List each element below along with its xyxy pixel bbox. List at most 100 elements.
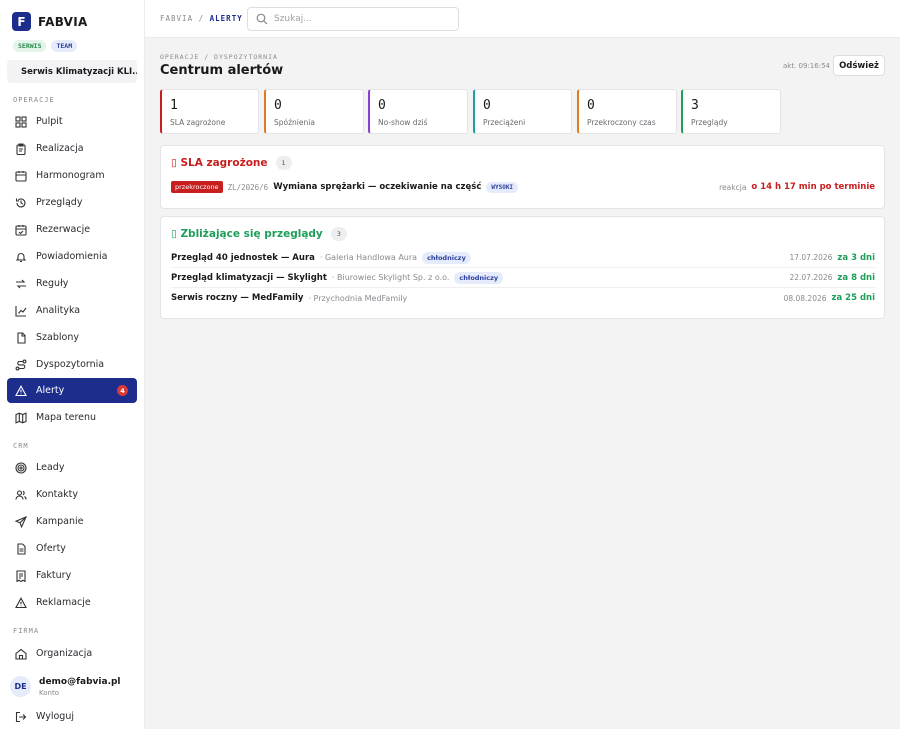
breadcrumb-separator: / (198, 14, 205, 23)
calendar-icon: ▯ (171, 228, 177, 240)
user-info: demo@fabvia.pl Konto (39, 677, 121, 697)
warning-icon (15, 596, 27, 608)
review-row[interactable]: Serwis roczny — MedFamily · Przychodnia … (171, 288, 875, 308)
sla-panel-title-text: SLA zagrożone (180, 157, 268, 169)
sidebar-item-reklamacje[interactable]: Reklamacje (7, 590, 137, 615)
grid-icon (15, 115, 27, 128)
sidebar-item-organizacja[interactable]: Organizacja (7, 641, 137, 666)
section-crm: CRM (13, 442, 29, 450)
logout-button[interactable]: Wyloguj (7, 704, 137, 729)
sidebar-item-oferty[interactable]: Oferty (7, 536, 137, 561)
sidebar-item-label: Reguły (36, 278, 69, 289)
sidebar-item-reguly[interactable]: Reguły (7, 271, 137, 296)
reviews-panel: ▯ Zbliżające się przeglądy 3 Przegląd 40… (160, 216, 885, 319)
map-icon (15, 411, 27, 424)
brand-logo: F (12, 12, 31, 31)
sidebar-item-dyspozytornia[interactable]: Dyspozytornia (7, 352, 137, 377)
sla-count-badge: 1 (275, 156, 292, 170)
review-title[interactable]: Przegląd klimatyzacji — Skylight (171, 273, 327, 283)
sidebar-item-analityka[interactable]: Analityka (7, 298, 137, 323)
sidebar-item-przeglady[interactable]: Przeglądy (7, 190, 137, 215)
sla-panel-title: ▯ SLA zagrożone (171, 157, 268, 169)
sla-meta-label: reakcja (719, 182, 747, 192)
sidebar-item-faktury[interactable]: Faktury (7, 563, 137, 588)
org-switcher[interactable]: Serwis Klimatyzacji KLI... (7, 60, 137, 83)
stat-label: SLA zagrożone (170, 118, 226, 127)
sidebar-item-mapa-terenu[interactable]: Mapa terenu (7, 405, 137, 430)
tag-team: TEAM (51, 40, 78, 52)
template-icon (17, 331, 26, 344)
review-row[interactable]: Przegląd klimatyzacji — Skylight · Biuro… (171, 268, 875, 288)
logout-label: Wyloguj (36, 711, 74, 722)
sidebar-item-pulpit[interactable]: Pulpit (7, 109, 137, 134)
logout-icon (15, 711, 27, 722)
stat-card-delays[interactable]: 0 Spóźnienia (264, 89, 364, 134)
search-input[interactable]: Szukaj... (247, 7, 459, 31)
sidebar-item-kampanie[interactable]: Kampanie (7, 509, 137, 534)
stat-card-sla[interactable]: 1 SLA zagrożone (160, 89, 259, 134)
review-date: 22.07.2026 (789, 273, 833, 282)
type-badge: chłodniczy (454, 271, 504, 284)
user-account[interactable]: DE demo@fabvia.pl Konto (10, 676, 121, 697)
section-firma: FIRMA (13, 627, 40, 635)
send-icon (15, 515, 27, 528)
review-title[interactable]: Przegląd 40 jednostek — Aura (171, 253, 315, 263)
stat-card-reviews[interactable]: 3 Przeglądy (681, 89, 781, 134)
review-client: · Galeria Handlowa Aura (319, 253, 418, 262)
plan-tags: SERWIS TEAM (13, 40, 78, 52)
page-title: Centrum alertów (160, 63, 284, 78)
sidebar-item-leady[interactable]: Leady (7, 455, 137, 480)
stat-value: 3 (691, 98, 699, 113)
sidebar-item-harmonogram[interactable]: Harmonogram (7, 163, 137, 188)
brand[interactable]: F FABVIA (12, 12, 88, 31)
bell-icon (15, 252, 27, 262)
org-name: Serwis Klimatyzacji KLI... (21, 66, 137, 77)
sidebar-item-label: Faktury (36, 570, 72, 581)
stat-value: 0 (483, 98, 491, 113)
sidebar-item-label: Analityka (36, 305, 81, 316)
order-title[interactable]: Wymiana sprężarki — oczekiwanie na część (273, 182, 481, 192)
sidebar-item-label: Kontakty (36, 489, 78, 500)
review-row[interactable]: Przegląd 40 jednostek — Aura · Galeria H… (171, 248, 875, 268)
alert-count-badge: 4 (117, 385, 128, 396)
refresh-button[interactable]: Odśwież (833, 55, 885, 76)
sla-panel: ▯ SLA zagrożone 1 przekroczone ZL/2026/6… (160, 145, 885, 209)
review-title[interactable]: Serwis roczny — MedFamily (171, 293, 303, 303)
sidebar-item-label: Kampanie (36, 516, 84, 527)
alert-icon: ▯ (171, 157, 177, 169)
rules-icon (16, 279, 26, 288)
review-client: · Biurowiec Skylight Sp. z o.o. (331, 273, 450, 282)
review-date: 17.07.2026 (789, 253, 833, 262)
warning-icon (15, 384, 27, 396)
reviews-panel-header: ▯ Zbliżające się przeglądy 3 (171, 227, 347, 241)
sidebar-item-kontakty[interactable]: Kontakty (7, 482, 137, 507)
review-due: za 8 dni (837, 272, 875, 283)
brand-name: FABVIA (38, 14, 88, 29)
breadcrumb-root[interactable]: FABVIA (160, 14, 193, 23)
stat-value: 0 (378, 98, 386, 113)
sidebar-item-label: Rezerwacje (36, 224, 91, 235)
sla-row[interactable]: przekroczone ZL/2026/6 Wymiana sprężarki… (171, 177, 875, 197)
stat-card-overtime[interactable]: 0 Przekroczony czas (577, 89, 677, 134)
review-date: 08.08.2026 (783, 293, 827, 303)
history-icon (15, 197, 26, 207)
order-code[interactable]: ZL/2026/6 (228, 183, 269, 192)
sidebar-item-powiadomienia[interactable]: Powiadomienia (7, 244, 137, 269)
review-due: za 3 dni (837, 252, 875, 263)
calendar-icon (15, 170, 27, 182)
sidebar-item-label: Realizacja (36, 143, 84, 154)
sidebar-item-label: Szablony (36, 332, 79, 343)
stat-value: 0 (587, 98, 595, 113)
sidebar-item-szablony[interactable]: Szablony (7, 325, 137, 350)
sidebar-item-realizacja[interactable]: Realizacja (7, 136, 137, 161)
stat-card-overloaded[interactable]: 0 Przeciążeni (473, 89, 572, 134)
tag-serwis: SERWIS (13, 40, 47, 52)
sidebar-item-label: Alerty (36, 385, 65, 396)
breadcrumb-current: ALERTY (209, 14, 243, 23)
sidebar-item-rezerwacje[interactable]: Rezerwacje (7, 217, 137, 242)
status-badge: przekroczone (171, 181, 223, 193)
last-updated: akt. 09:16:54 (783, 62, 830, 70)
stat-card-no-show[interactable]: 0 No-show dziś (368, 89, 468, 134)
sidebar-item-alerty[interactable]: Alerty 4 (7, 378, 137, 403)
sla-panel-header: ▯ SLA zagrożone 1 (171, 156, 292, 170)
